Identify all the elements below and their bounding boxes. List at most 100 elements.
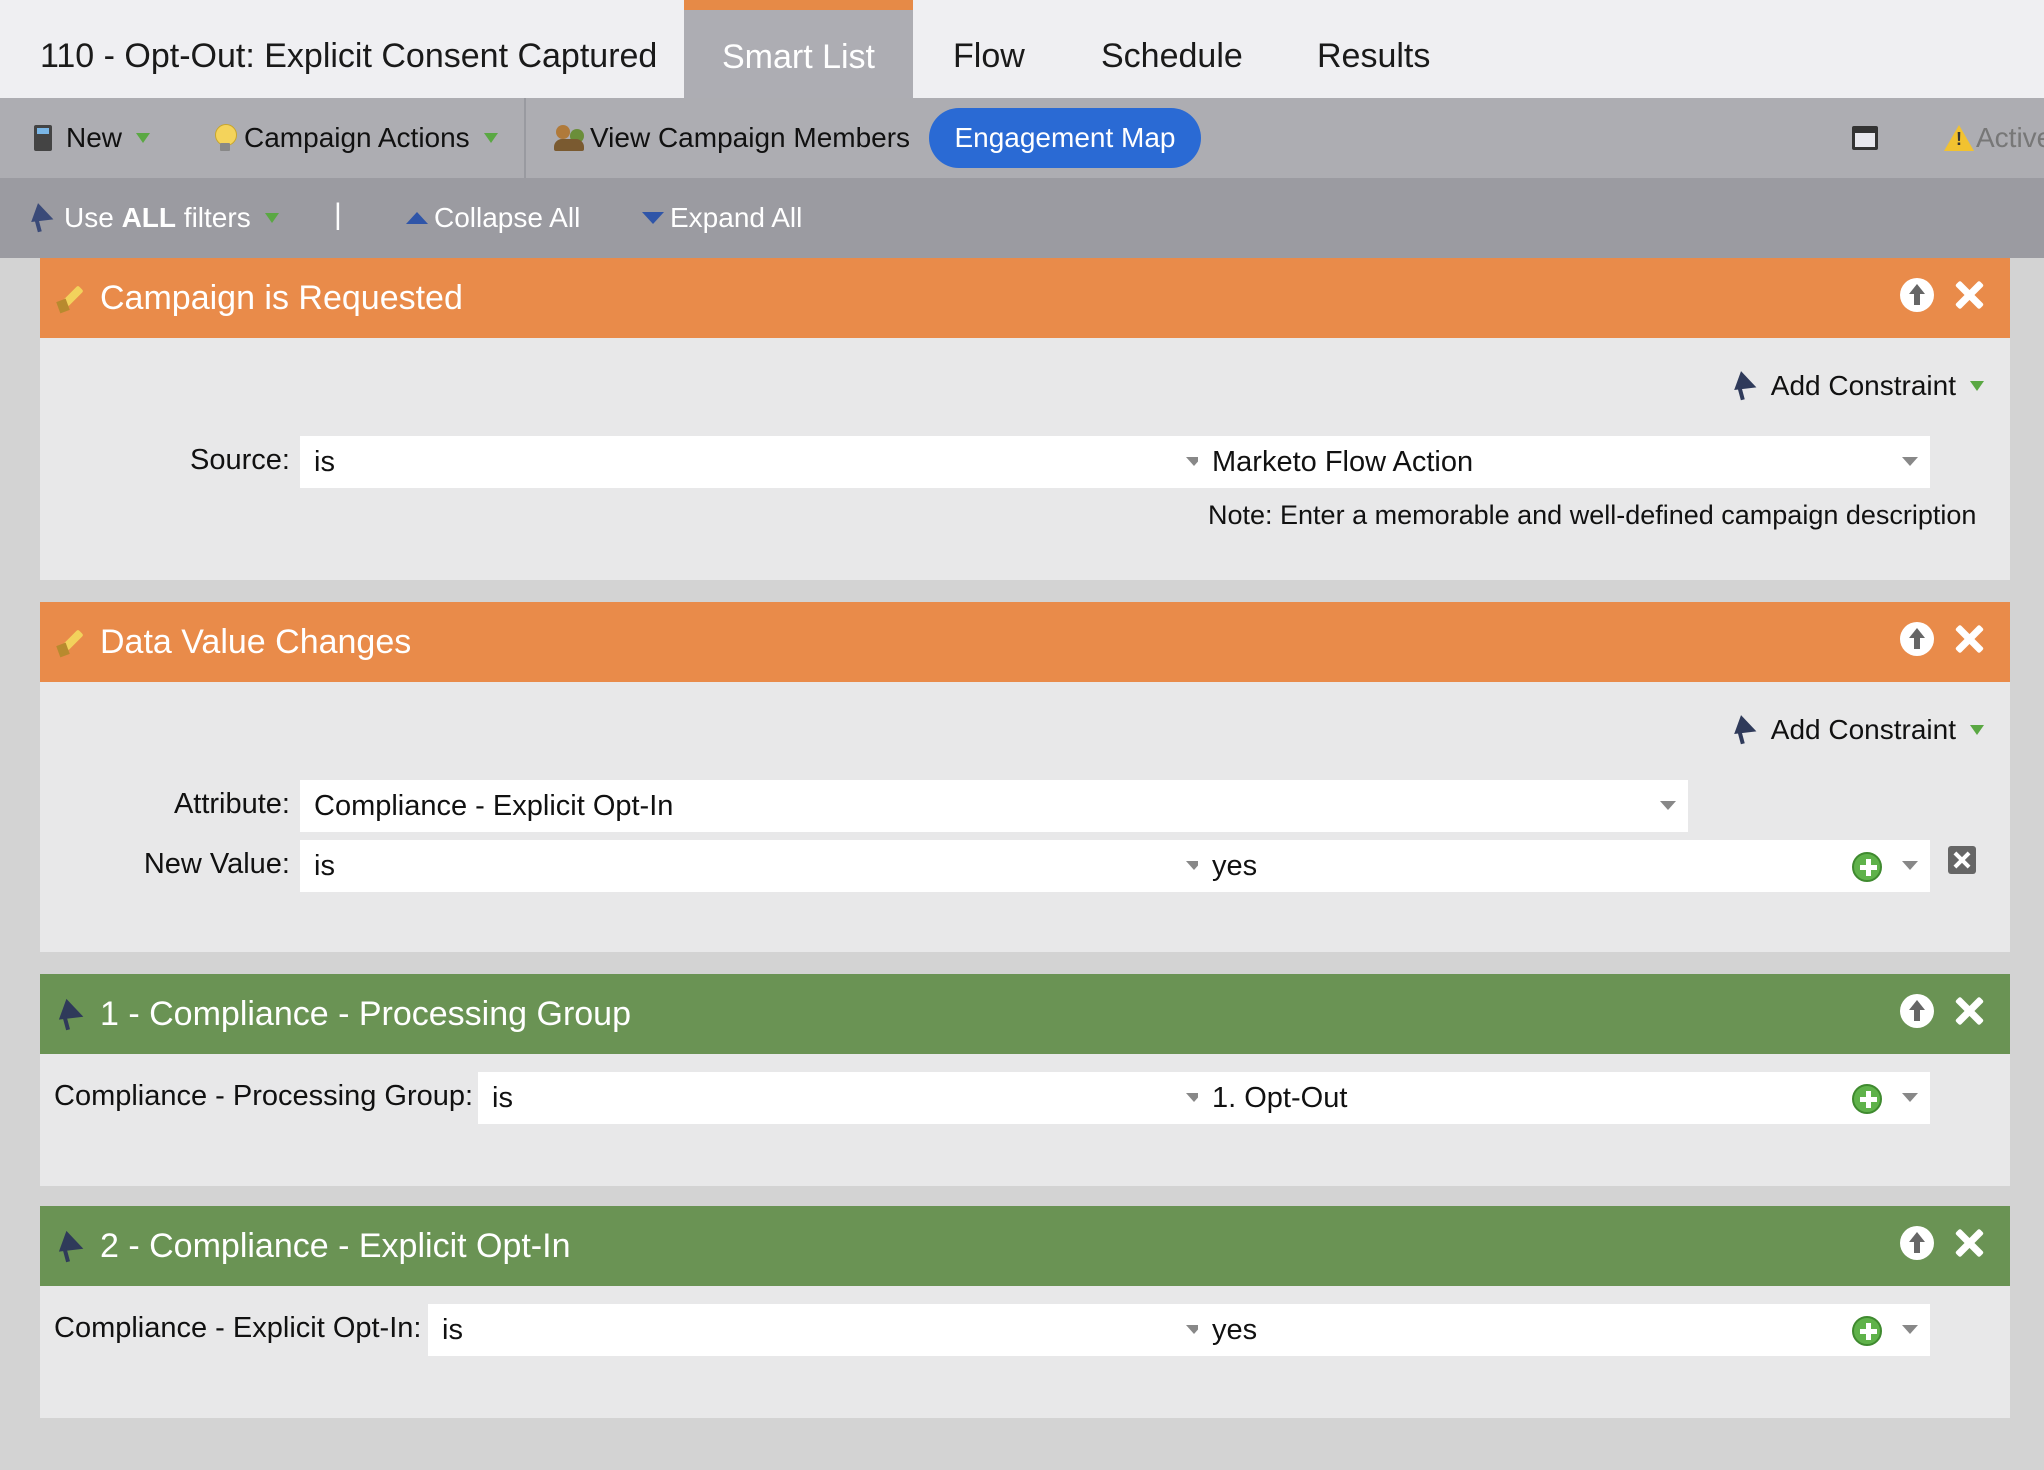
chevron-down-icon: [1902, 457, 1918, 466]
explicit-opt-in-value-select[interactable]: yes: [1198, 1304, 1930, 1356]
campaign-note: Note: Enter a memorable and well-defined…: [1208, 500, 1977, 530]
processing-group-operator: is: [492, 1082, 513, 1114]
close-icon[interactable]: [1952, 994, 1986, 1028]
tab-bar: 110 - Opt-Out: Explicit Consent Captured…: [0, 0, 2044, 98]
tab-results[interactable]: Results: [1317, 0, 1430, 98]
new-document-icon: [34, 125, 52, 151]
add-value-icon[interactable]: [1852, 852, 1882, 882]
warning-icon: [1944, 125, 1974, 151]
close-icon[interactable]: [1952, 622, 1986, 656]
filter-toolbar: [0, 178, 2044, 258]
dropdown-caret-icon: [483, 133, 498, 143]
move-up-icon[interactable]: [1900, 1226, 1934, 1260]
new-value-operator-select[interactable]: is: [300, 840, 1214, 892]
campaign-title: 110 - Opt-Out: Explicit Consent Captured: [40, 37, 658, 75]
campaign-actions-button[interactable]: Campaign Actions: [214, 98, 498, 178]
people-icon: [554, 123, 588, 153]
new-menu-button[interactable]: New: [34, 98, 151, 178]
block-header: Data Value Changes: [40, 602, 2010, 682]
engagement-map-button[interactable]: Engagement Map: [929, 108, 1201, 168]
campaign-actions-label: Campaign Actions: [244, 122, 470, 153]
dropdown-caret-icon: [264, 213, 279, 223]
source-value-select[interactable]: Marketo Flow Action: [1198, 436, 1930, 488]
expand-all-button[interactable]: Expand All: [642, 178, 802, 258]
source-operator-value: is: [314, 446, 335, 478]
filter-icon: [58, 1232, 86, 1262]
trigger-block-campaign-requested: Campaign is Requested Add Constraint Sou…: [40, 258, 2010, 580]
collapse-all-button[interactable]: Collapse All: [406, 178, 580, 258]
add-value-icon[interactable]: [1852, 1084, 1882, 1114]
new-label: New: [66, 122, 123, 153]
funnel-icon: [32, 204, 58, 232]
new-value-operator: is: [314, 850, 335, 882]
explicit-opt-in-label: Compliance - Explicit Opt-In:: [54, 1312, 422, 1344]
new-value: yes: [1212, 850, 1258, 882]
block-header: 2 - Compliance - Explicit Opt-In: [40, 1206, 2010, 1286]
filter-block-explicit-opt-in: 2 - Compliance - Explicit Opt-In Complia…: [40, 1206, 2010, 1418]
filter-icon: [58, 1000, 86, 1030]
move-up-icon[interactable]: [1900, 278, 1934, 312]
toolbar-separator: |: [334, 198, 342, 231]
block-header: 1 - Compliance - Processing Group: [40, 974, 2010, 1054]
attribute-value: Compliance - Explicit Opt-In: [314, 790, 674, 822]
add-constraint-button[interactable]: Add Constraint: [1735, 370, 1984, 402]
tab-smart-list[interactable]: Smart List: [684, 0, 913, 98]
trigger-block-data-value-changes: Data Value Changes Add Constraint Attrib…: [40, 602, 2010, 952]
dropdown-caret-icon: [1970, 725, 1984, 735]
use-filters-prefix: Use: [64, 202, 122, 233]
processing-group-value: 1. Opt-Out: [1212, 1082, 1348, 1114]
chevron-down-icon: [1902, 1093, 1918, 1102]
remove-constraint-icon[interactable]: [1948, 846, 1976, 874]
processing-group-operator-select[interactable]: is: [478, 1072, 1214, 1124]
source-label: Source:: [190, 444, 290, 476]
close-icon[interactable]: [1952, 278, 1986, 312]
block-header: Campaign is Requested: [40, 258, 2010, 338]
processing-group-label: Compliance - Processing Group:: [54, 1080, 474, 1112]
status-label: Active: [1976, 122, 2044, 153]
block-title: Campaign is Requested: [100, 278, 463, 317]
tab-schedule[interactable]: Schedule: [1101, 0, 1243, 98]
dropdown-caret-icon: [1970, 381, 1984, 391]
funnel-icon: [1735, 372, 1765, 400]
collapse-label: Collapse All: [434, 202, 581, 233]
use-filters-bold: ALL: [121, 202, 177, 233]
expand-label: Expand All: [670, 202, 803, 233]
block-title: 2 - Compliance - Explicit Opt-In: [100, 1226, 571, 1265]
filter-block-processing-group: 1 - Compliance - Processing Group Compli…: [40, 974, 2010, 1186]
processing-group-value-select[interactable]: 1. Opt-Out: [1198, 1072, 1930, 1124]
source-operator-select[interactable]: is: [300, 436, 1214, 488]
source-value: Marketo Flow Action: [1212, 446, 1474, 478]
new-value-select[interactable]: yes: [1198, 840, 1930, 892]
add-value-icon[interactable]: [1852, 1316, 1882, 1346]
close-icon[interactable]: [1952, 1226, 1986, 1260]
explicit-opt-in-value: yes: [1212, 1314, 1258, 1346]
new-value-label: New Value:: [143, 848, 290, 880]
window-icon[interactable]: [1852, 126, 1878, 150]
block-title: 1 - Compliance - Processing Group: [100, 994, 632, 1033]
toolbar-divider: [524, 98, 526, 178]
add-constraint-button[interactable]: Add Constraint: [1735, 714, 1984, 746]
chevron-down-icon: [1902, 861, 1918, 870]
expand-icon: [642, 212, 664, 224]
chevron-down-icon: [1902, 1325, 1918, 1334]
block-title: Data Value Changes: [100, 622, 412, 661]
explicit-opt-in-operator-select[interactable]: is: [428, 1304, 1214, 1356]
lightbulb-icon: [214, 124, 237, 152]
add-constraint-label: Add Constraint: [1770, 714, 1956, 745]
explicit-opt-in-operator: is: [442, 1314, 463, 1346]
collapse-icon: [406, 212, 428, 224]
attribute-select[interactable]: Compliance - Explicit Opt-In: [300, 780, 1688, 832]
trigger-icon: [58, 284, 86, 314]
move-up-icon[interactable]: [1900, 622, 1934, 656]
view-members-label: View Campaign Members: [590, 122, 911, 153]
move-up-icon[interactable]: [1900, 994, 1934, 1028]
attribute-label: Attribute:: [173, 788, 290, 820]
view-campaign-members-button[interactable]: View Campaign Members: [554, 98, 910, 178]
tab-flow[interactable]: Flow: [953, 0, 1025, 98]
use-all-filters-button[interactable]: Use ALL filters: [32, 178, 279, 258]
dropdown-caret-icon: [136, 133, 151, 143]
funnel-icon: [1735, 716, 1765, 744]
add-constraint-label: Add Constraint: [1770, 370, 1956, 401]
trigger-icon: [58, 628, 86, 658]
use-filters-suffix: filters: [176, 202, 251, 233]
